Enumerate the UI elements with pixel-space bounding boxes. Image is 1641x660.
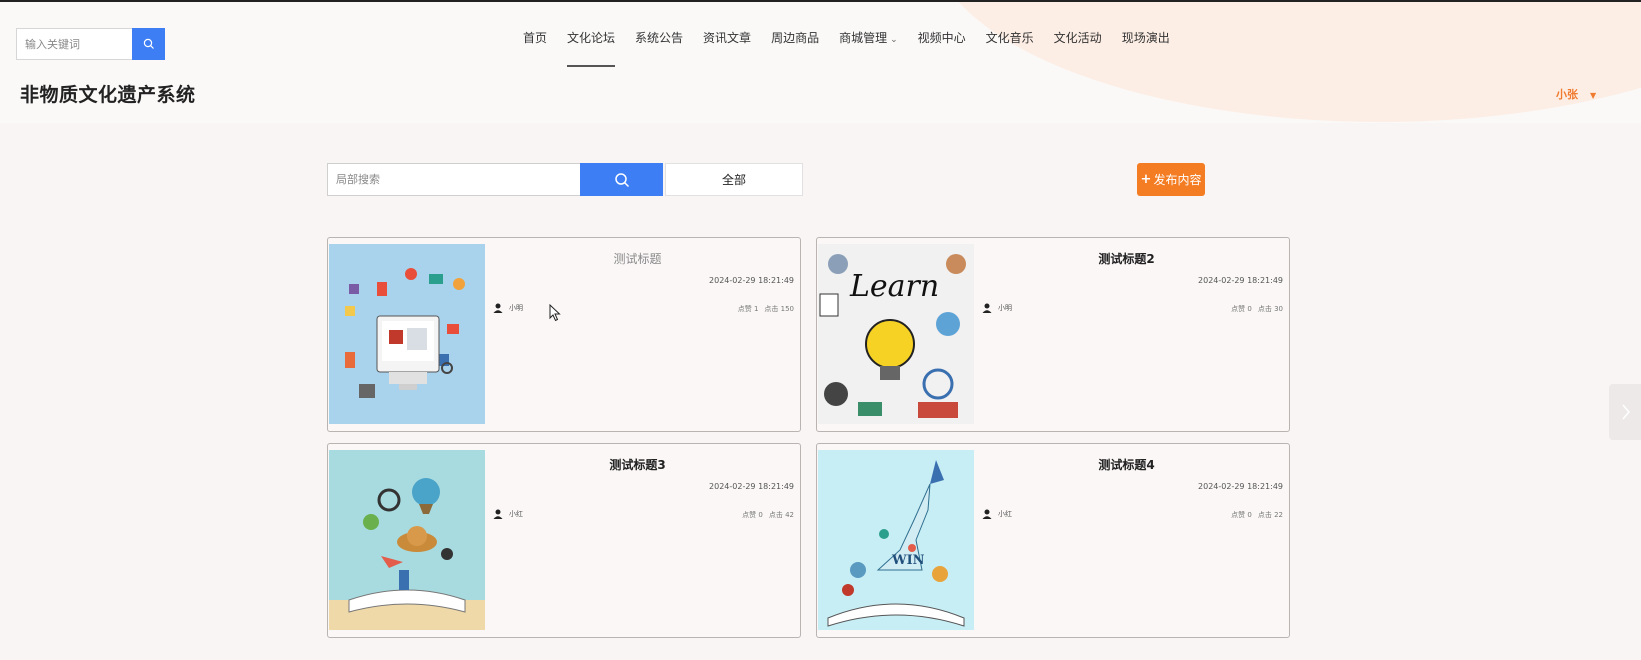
post-date: 2024-02-29 18:21:49 [1198,276,1283,285]
post-clicks: 点击 30 [1257,305,1283,313]
chevron-right-icon [1622,404,1630,420]
user-icon [493,303,503,313]
post-likes: 点赞 0 [1231,305,1252,313]
plus-icon: + [1140,172,1152,187]
learn-word: Learn [849,269,939,304]
post-title: 测试标题 [613,252,662,266]
global-search [16,28,165,60]
next-page-button[interactable] [1609,384,1641,440]
nav-announcements[interactable]: 系统公告 [625,32,693,68]
caret-down-icon: ▼ [1590,91,1597,100]
post-date: 2024-02-29 18:21:49 [1198,482,1283,491]
post-card[interactable]: 测试标题 2024-02-29 18:21:49 小明 点赞 1 点击 150 [327,237,801,432]
post-title: 测试标题3 [609,458,666,472]
post-stats: 点赞 0 点击 30 [1231,304,1283,314]
search-icon [614,172,629,187]
post-thumbnail [329,244,485,424]
user-menu[interactable]: 小张 ▼ [1556,86,1596,102]
post-author: 小明 [493,303,523,313]
post-title: 测试标题2 [1098,252,1155,266]
post-clicks: 点击 42 [768,511,794,519]
site-title: 非物质文化遗产系统 [20,84,196,106]
nav-shop-management[interactable]: 商城管理 ⌄ [829,32,908,68]
post-author: 小明 [982,303,1012,313]
post-title: 测试标题4 [1098,458,1155,472]
publish-button[interactable]: + 发布内容 [1137,163,1205,196]
post-date: 2024-02-29 18:21:49 [709,276,794,285]
post-likes: 点赞 0 [1231,511,1252,519]
nav-culture-events[interactable]: 文化活动 [1044,32,1112,68]
local-search-input[interactable] [327,163,581,196]
post-author-name: 小明 [998,304,1012,312]
mouse-cursor-icon [549,304,561,322]
post-date: 2024-02-29 18:21:49 [709,482,794,491]
post-thumbnail: Learn [818,244,974,424]
post-likes: 点赞 0 [742,511,763,519]
nav-home[interactable]: 首页 [513,32,557,68]
local-search-button[interactable] [580,163,663,196]
post-card[interactable]: 测试标题3 2024-02-29 18:21:49 小红 点赞 0 点击 42 [327,443,801,638]
nav-forum[interactable]: 文化论坛 [557,32,625,68]
post-stats: 点赞 0 点击 42 [742,510,794,520]
post-stats: 点赞 1 点击 150 [738,304,794,314]
global-search-button[interactable] [132,28,165,60]
post-likes: 点赞 1 [737,305,759,313]
user-icon [982,509,992,519]
win-word: WIN [891,553,925,568]
user-icon [493,509,503,519]
search-icon [143,38,154,49]
post-author-name: 小红 [998,510,1012,518]
post-author-name: 小红 [509,510,523,518]
nav-culture-music[interactable]: 文化音乐 [976,32,1044,68]
post-card[interactable]: Learn 测试标题2 2024-02-29 18:21:49 小明 点赞 0 … [816,237,1290,432]
nav-live-shows[interactable]: 现场演出 [1112,32,1180,68]
post-author-name: 小明 [509,304,523,312]
local-search [327,163,663,196]
post-clicks: 点击 22 [1257,511,1283,519]
header: 非物质文化遗产系统 首页 文化论坛 系统公告 资讯文章 周边商品 商城管理⌄ 视… [0,2,1641,123]
nav-shop-management-label: 商城管理 [839,31,888,45]
chevron-down-icon: ⌄ [890,35,898,45]
post-author: 小红 [493,509,523,519]
post-thumbnail [329,450,485,630]
post-thumbnail: WIN [818,450,974,630]
nav-video-center[interactable]: 视频中心 [908,32,976,68]
post-author: 小红 [982,509,1012,519]
publish-label: 发布内容 [1153,173,1202,187]
global-search-input[interactable] [16,28,132,60]
user-name: 小张 [1556,88,1578,101]
main-nav: 首页 文化论坛 系统公告 资讯文章 周边商品 商城管理 ⌄ 视频中心 文化音乐 文… [513,32,1180,68]
user-icon [982,303,992,313]
post-stats: 点赞 0 点击 22 [1231,510,1283,520]
filter-all-button[interactable]: 全部 [665,163,803,196]
nav-articles[interactable]: 资讯文章 [693,32,761,68]
post-clicks: 点击 150 [764,305,794,313]
nav-merchandise[interactable]: 周边商品 [761,32,829,68]
post-card[interactable]: WIN 测试标题4 2024-02-29 18:21:49 小红 点赞 0 点击… [816,443,1290,638]
